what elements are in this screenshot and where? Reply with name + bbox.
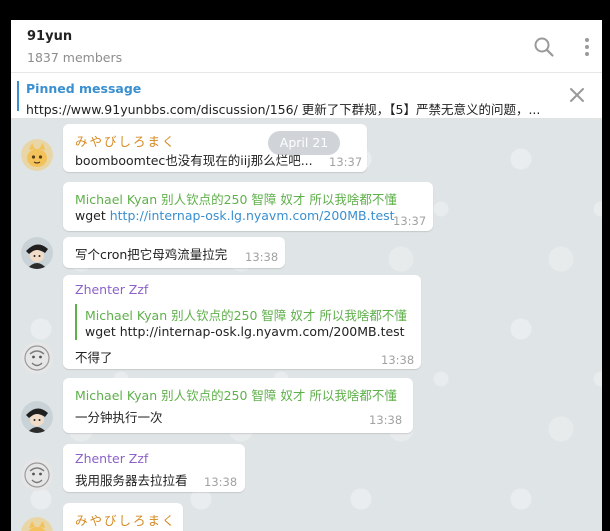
message-bubble[interactable]: Zhenter Zzf 我用服务器去拉拉看 13:38 <box>63 444 245 492</box>
more-vertical-icon[interactable] <box>576 36 598 58</box>
message-text: 写个cron把它母鸡流量拉完 <box>75 247 228 262</box>
chat-header: 91yun 1837 members <box>11 20 602 73</box>
message-time: 13:38 <box>245 250 279 264</box>
avatar[interactable] <box>21 342 53 374</box>
avatar[interactable] <box>21 517 53 531</box>
date-separator: April 21 <box>268 131 340 155</box>
pinned-text: https://www.91yunbbs.com/discussion/156/… <box>26 102 541 117</box>
sender-name[interactable]: みやびしろまく <box>75 510 177 529</box>
message-text-prefix: wget <box>75 208 110 223</box>
message-time: 13:38 <box>369 413 403 427</box>
message-bubble[interactable]: Zhenter Zzf Michael Kyan 别人钦点的250 智障 奴才 … <box>63 275 421 369</box>
message-time: 13:38 <box>381 353 415 367</box>
reply-text[interactable]: wget http://internap-osk.lg.nyavm.com/20… <box>85 324 405 339</box>
message-link[interactable]: http://internap-osk.lg.nyavm.com/200MB.t… <box>110 208 395 223</box>
message-bubble[interactable]: Michael Kyan 别人钦点的250 智障 奴才 所以我啥都不懂 wget… <box>63 182 433 231</box>
avatar[interactable] <box>21 139 53 171</box>
chat-window: 91yun 1837 members Pinned message https:… <box>11 20 602 531</box>
avatar[interactable] <box>21 401 53 433</box>
sender-name[interactable]: Zhenter Zzf <box>75 451 148 466</box>
pinned-title: Pinned message <box>26 81 142 96</box>
message-list[interactable]: みやびしろまく boomboomtec也没有现在的iij那么烂吧... 13:3… <box>11 119 602 531</box>
message-text: wget http://internap-osk.lg.nyavm.com/20… <box>75 208 395 223</box>
sender-name[interactable]: みやびしろまく <box>75 131 177 150</box>
message-time: 13:38 <box>204 475 238 489</box>
search-icon[interactable] <box>533 36 555 58</box>
sender-name[interactable]: Zhenter Zzf <box>75 282 148 297</box>
pinned-accent-bar <box>17 81 19 111</box>
chat-title[interactable]: 91yun <box>27 29 72 44</box>
reply-sender[interactable]: Michael Kyan 别人钦点的250 智障 奴才 所以我啥都不懂 <box>85 305 407 324</box>
sender-name[interactable]: Michael Kyan 别人钦点的250 智障 奴才 所以我啥都不懂 <box>75 385 397 404</box>
pinned-message[interactable]: Pinned message https://www.91yunbbs.com/… <box>11 73 602 119</box>
avatar[interactable] <box>21 459 53 491</box>
message-text: 不得了 <box>75 350 113 365</box>
avatar[interactable] <box>21 237 53 269</box>
reply-quote-bar <box>75 304 77 340</box>
sender-name[interactable]: Michael Kyan 别人钦点的250 智障 奴才 所以我啥都不懂 <box>75 189 397 208</box>
message-time: 13:37 <box>329 155 363 169</box>
close-icon[interactable] <box>568 86 586 104</box>
member-count: 1837 members <box>27 50 123 65</box>
message-text: 一分钟执行一次 <box>75 410 163 425</box>
message-time: 13:37 <box>393 214 427 228</box>
message-bubble[interactable]: Michael Kyan 别人钦点的250 智障 奴才 所以我啥都不懂 一分钟执… <box>63 378 413 433</box>
message-text: 我用服务器去拉拉看 <box>75 473 188 488</box>
message-bubble[interactable]: 写个cron把它母鸡流量拉完 13:38 <box>63 237 285 268</box>
message-bubble[interactable]: みやびしろまく <box>63 503 183 531</box>
